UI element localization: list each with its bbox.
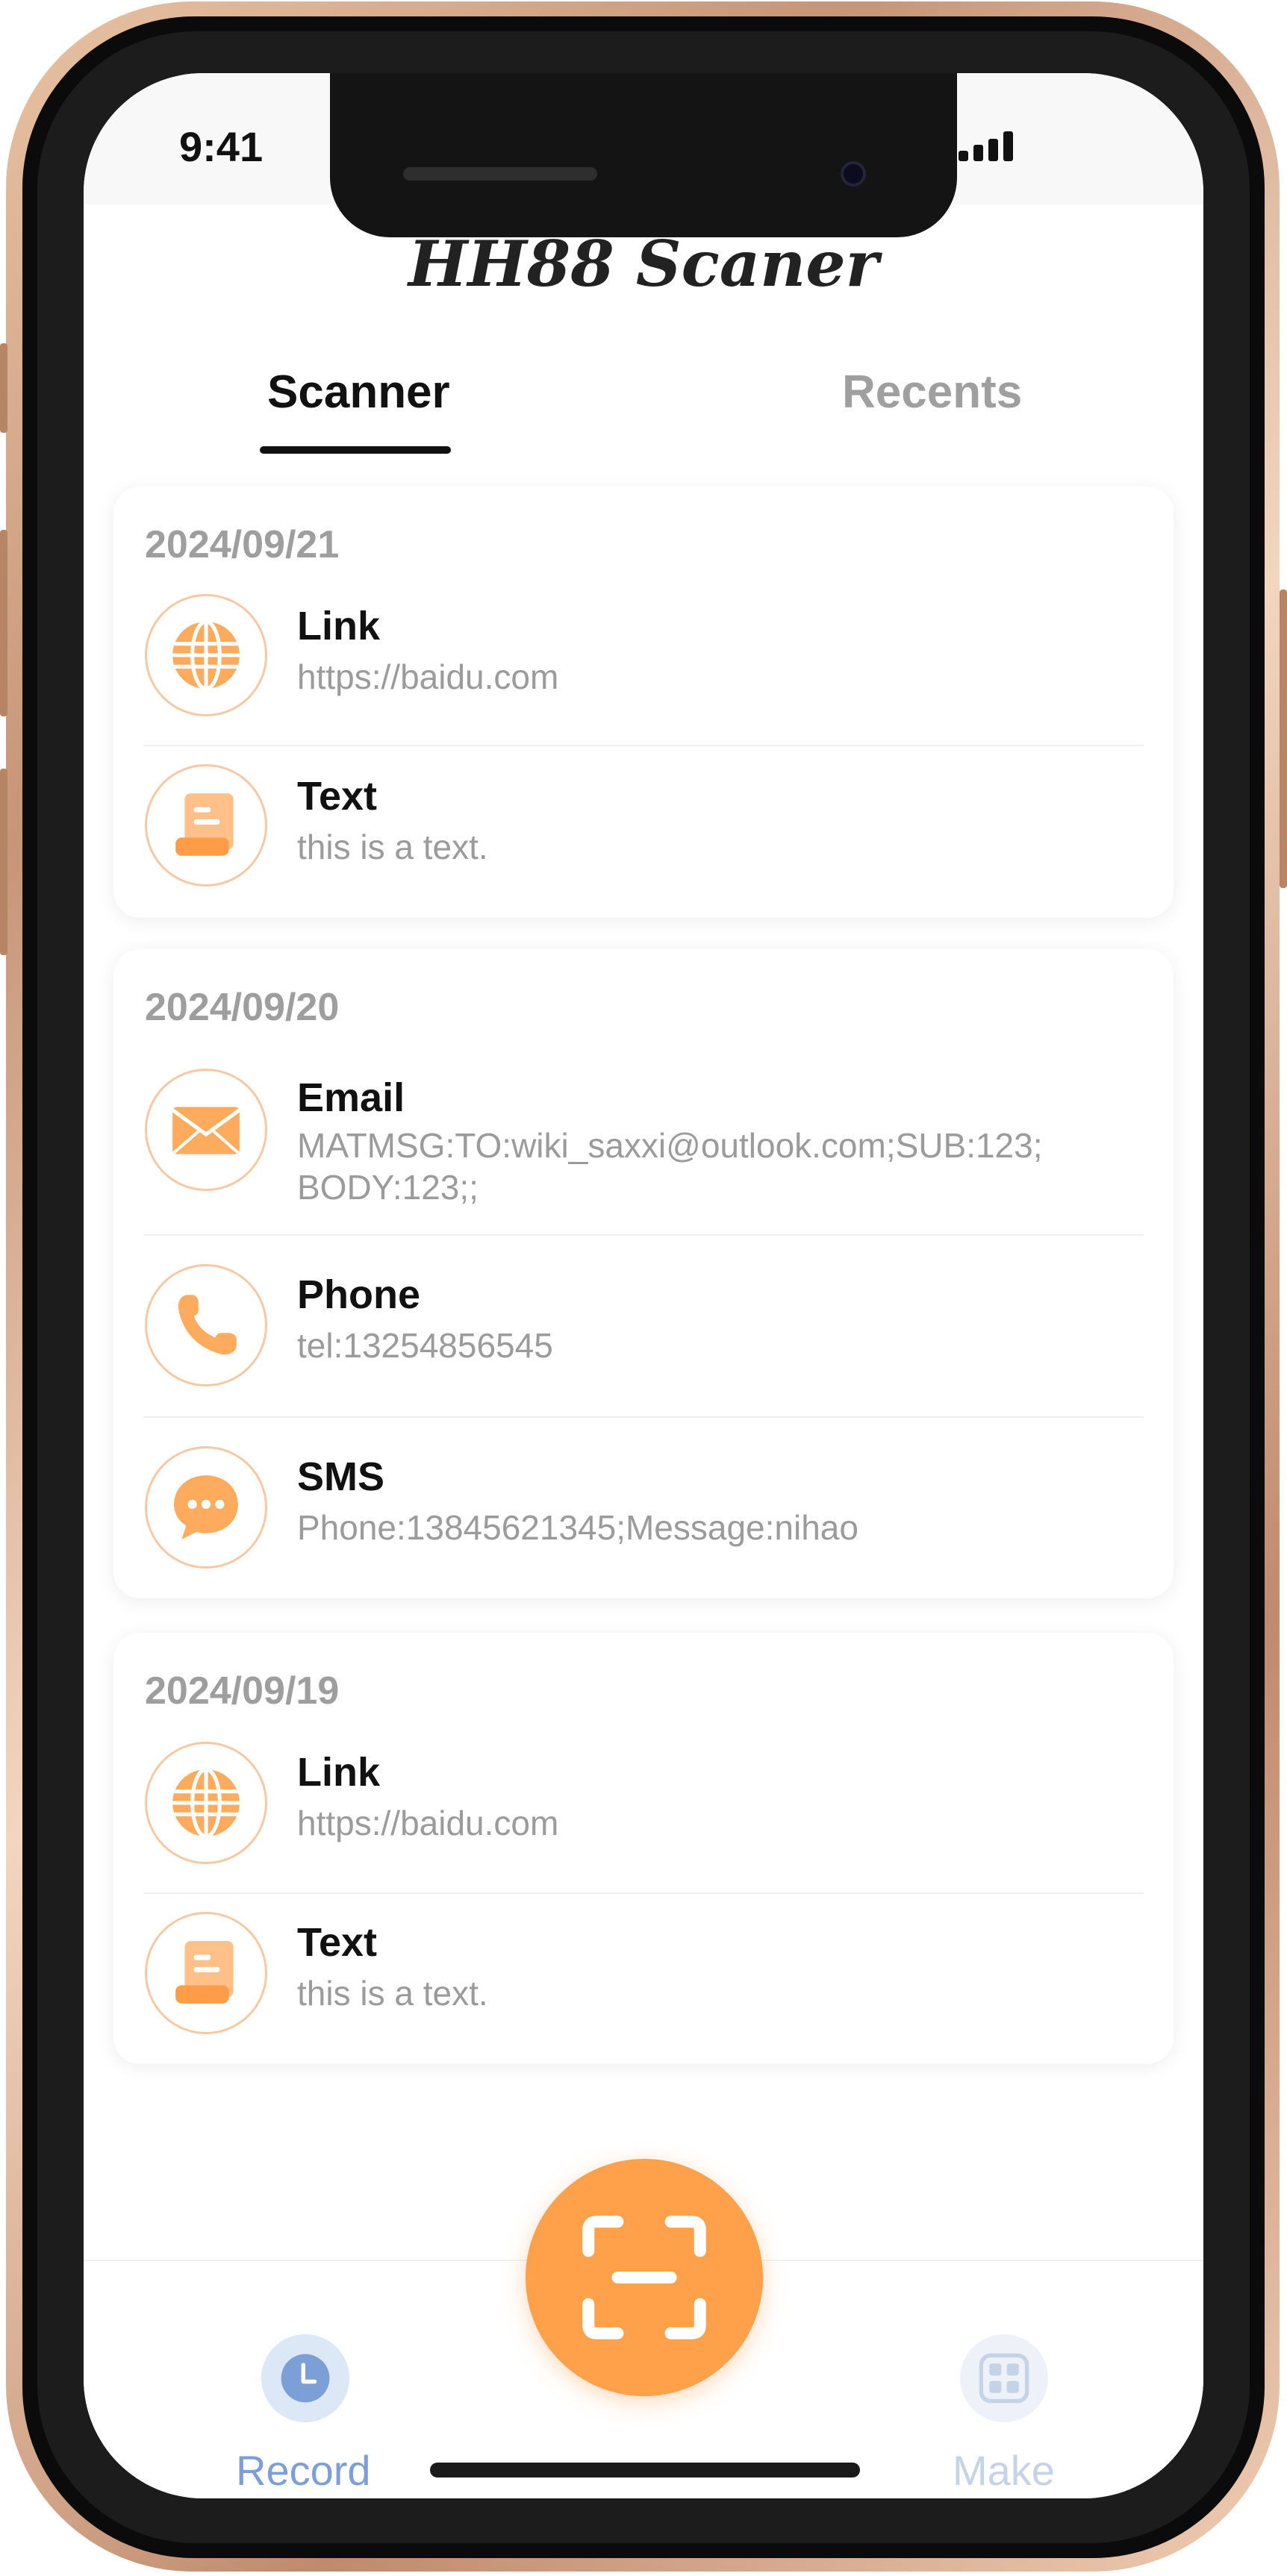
item-title: SMS [297, 1454, 385, 1499]
history-item-link[interactable]: Link https://baidu.com [113, 1742, 1174, 1876]
item-title: Text [297, 1920, 378, 1965]
status-time: 9:41 [179, 123, 264, 170]
group-date: 2024/09/21 [145, 523, 340, 566]
front-camera [841, 161, 866, 187]
divider [143, 745, 1144, 746]
divider [143, 1892, 1144, 1894]
nav-record-label[interactable]: Record [236, 2446, 371, 2495]
volume-up-button [0, 530, 7, 716]
history-item-phone[interactable]: Phone tel:13254856545 [113, 1264, 1174, 1398]
tab-recents[interactable]: Recents [842, 366, 1022, 419]
document-icon [145, 1912, 267, 2034]
home-indicator [430, 2463, 860, 2477]
history-group-card: 2024/09/21 Link https://baidu.com Text t… [113, 487, 1174, 918]
clock-icon[interactable] [261, 2334, 349, 2422]
group-date: 2024/09/19 [145, 1669, 340, 1713]
history-item-text[interactable]: Text this is a text. [113, 764, 1174, 898]
history-item-text[interactable]: Text this is a text. [113, 1912, 1174, 2046]
history-item-link[interactable]: Link https://baidu.com [113, 594, 1174, 728]
item-title: Email [297, 1075, 405, 1120]
divider [143, 1416, 1144, 1418]
document-icon [145, 764, 267, 887]
item-detail: this is a text. [297, 1974, 488, 2013]
app-title: HH88 Scaner [408, 227, 879, 301]
tab-scanner[interactable]: Scanner [267, 366, 450, 419]
globe-icon [145, 1742, 267, 1864]
history-item-email[interactable]: Email MATMSG:TO:wiki_saxxi@outlook.com;S… [113, 1069, 1174, 1215]
globe-icon [145, 594, 267, 716]
item-detail: this is a text. [297, 828, 488, 866]
nav-make-label[interactable]: Make [953, 2446, 1055, 2495]
grid-icon[interactable] [960, 2334, 1048, 2422]
item-detail: tel:13254856545 [297, 1326, 553, 1365]
notch [330, 73, 957, 237]
group-date: 2024/09/20 [145, 986, 340, 1029]
item-title: Phone [297, 1272, 421, 1317]
item-detail: https://baidu.com [297, 657, 559, 696]
volume-down-button [0, 769, 7, 955]
item-detail: Phone:13845621345;Message:nihao [297, 1508, 858, 1547]
power-button [1280, 590, 1287, 888]
history-group-card: 2024/09/20 Email MATMSG:TO:wiki_saxxi@ou… [113, 949, 1174, 1598]
item-detail: https://baidu.com [297, 1804, 559, 1842]
scan-button[interactable] [526, 2159, 763, 2396]
scan-icon [582, 2216, 706, 2339]
active-tab-indicator [260, 446, 451, 454]
signal-icon [959, 128, 1026, 161]
item-title: Text [297, 774, 378, 819]
divider [143, 1234, 1144, 1236]
envelope-icon [145, 1069, 267, 1191]
history-item-sms[interactable]: SMS Phone:13845621345;Message:nihao [113, 1446, 1174, 1581]
history-group-card: 2024/09/19 Link https://baidu.com Text t… [113, 1633, 1174, 2064]
mute-switch [0, 343, 7, 433]
item-title: Link [297, 1750, 381, 1795]
chat-bubble-icon [145, 1446, 267, 1569]
item-detail-line: MATMSG:TO:wiki_saxxi@outlook.com;SUB:123… [297, 1126, 1043, 1165]
screen: 9:41 HH88 Scaner Scanner Recents 2024/09… [84, 73, 1203, 2498]
item-detail-line: BODY:123;; [297, 1168, 479, 1207]
item-title: Link [297, 604, 381, 648]
phone-icon [145, 1264, 267, 1387]
speaker-grille [403, 167, 597, 181]
